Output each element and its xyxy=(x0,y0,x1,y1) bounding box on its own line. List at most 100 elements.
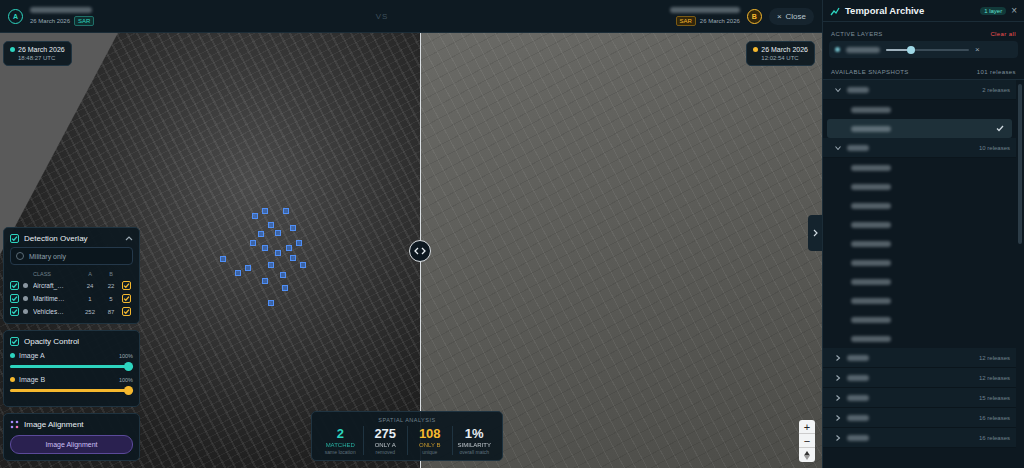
chevron-right-icon[interactable] xyxy=(813,229,818,237)
close-label[interactable]: Close xyxy=(786,12,806,21)
release-count: 16 releases xyxy=(979,435,1010,441)
chevron-icon[interactable] xyxy=(125,236,133,241)
detection-box[interactable] xyxy=(282,285,288,291)
chevron-icon[interactable] xyxy=(835,415,841,421)
detection-box[interactable] xyxy=(268,262,274,268)
class-b-checkbox[interactable] xyxy=(122,281,131,290)
detection-box[interactable] xyxy=(290,225,296,231)
compass-button[interactable] xyxy=(799,448,815,462)
map-view[interactable]: 26 March 202618:48:27 UTC26 March 202612… xyxy=(0,33,822,468)
snapshot-item[interactable] xyxy=(827,234,1012,253)
class-b-checkbox[interactable] xyxy=(122,294,131,303)
detection-box[interactable] xyxy=(290,255,296,261)
close-icon[interactable]: × xyxy=(777,12,782,21)
detection-box[interactable] xyxy=(235,270,241,276)
chevron-icon[interactable] xyxy=(835,375,841,381)
swipe-arrows-icon[interactable] xyxy=(414,247,426,255)
detection-box[interactable] xyxy=(296,240,302,246)
year-group[interactable]: 16 releases xyxy=(823,428,1016,448)
scrollbar[interactable] xyxy=(1018,84,1022,244)
detection-box[interactable] xyxy=(268,222,274,228)
clear-all-button[interactable]: Clear all xyxy=(990,31,1016,37)
snapshot-item[interactable] xyxy=(827,119,1012,138)
alignment-panel: Image Alignment Image Alignment xyxy=(3,413,140,461)
chevron-icon[interactable] xyxy=(835,87,841,93)
chevron-icon[interactable] xyxy=(835,145,841,151)
snapshot-item[interactable] xyxy=(827,196,1012,215)
class-checkbox[interactable] xyxy=(10,281,19,290)
detection-box[interactable] xyxy=(262,245,268,251)
panel-toggle[interactable] xyxy=(808,215,822,251)
snapshot-item[interactable] xyxy=(827,215,1012,234)
detection-header: Detection Overlay xyxy=(4,228,139,247)
detection-box[interactable] xyxy=(286,245,292,251)
detection-box[interactable] xyxy=(220,256,226,262)
opacity-slider[interactable] xyxy=(10,389,133,392)
snapshot-item[interactable] xyxy=(827,158,1012,177)
snapshot-item[interactable] xyxy=(827,272,1012,291)
close-button[interactable]: × Close xyxy=(769,8,814,25)
detection-box[interactable] xyxy=(252,213,258,219)
detection-box[interactable] xyxy=(275,230,281,236)
detection-toggle[interactable] xyxy=(10,234,19,243)
timestamp-card: 26 March 202612:02:54 UTC xyxy=(746,41,815,66)
detection-box[interactable] xyxy=(275,250,281,256)
detection-box[interactable] xyxy=(268,300,274,306)
opacity-slider[interactable] xyxy=(10,365,133,368)
detection-box[interactable] xyxy=(262,278,268,284)
timestamp-time: 12:02:54 UTC xyxy=(753,55,808,61)
year-group[interactable]: 12 releases xyxy=(823,368,1016,388)
compass-icon[interactable] xyxy=(804,448,810,462)
main-area: A26 March 2026SARVSSAR26 March 2026B×Clo… xyxy=(0,0,822,468)
layer-opacity-slider[interactable] xyxy=(886,49,969,51)
year-group[interactable]: 2 releases xyxy=(823,80,1016,100)
image-dot xyxy=(10,377,15,382)
image-a-meta: 26 March 2026SAR xyxy=(30,16,94,26)
zoom-in-button[interactable]: + xyxy=(799,420,815,434)
snapshot-item[interactable] xyxy=(827,253,1012,272)
alignment-header: Image Alignment xyxy=(4,414,139,433)
stat-value: 108 xyxy=(419,426,441,441)
column-header: CLASS xyxy=(33,269,78,279)
opacity-header: Opacity Control xyxy=(4,331,139,350)
snapshot-item[interactable] xyxy=(827,310,1012,329)
detection-box[interactable] xyxy=(280,272,286,278)
release-total: 101 releases xyxy=(977,69,1016,75)
zoom-out-button[interactable]: − xyxy=(799,434,815,448)
archive-close-button[interactable]: × xyxy=(1011,5,1017,16)
class-label: Vehicles… xyxy=(33,306,78,317)
redacted-text xyxy=(847,145,869,151)
year-group[interactable]: 16 releases xyxy=(823,408,1016,428)
chevron-icon[interactable] xyxy=(835,395,841,401)
slider-thumb[interactable] xyxy=(124,362,133,371)
detection-box[interactable] xyxy=(300,262,306,268)
year-group[interactable]: 12 releases xyxy=(823,348,1016,368)
class-checkbox[interactable] xyxy=(10,294,19,303)
year-group[interactable]: 10 releases xyxy=(823,138,1016,158)
slider-thumb[interactable] xyxy=(124,386,133,395)
remove-layer-button[interactable]: × xyxy=(975,45,980,54)
chevron-icon[interactable] xyxy=(835,355,841,361)
swipe-handle[interactable] xyxy=(409,240,431,262)
snapshot-item[interactable] xyxy=(827,100,1012,119)
detection-box[interactable] xyxy=(245,265,251,271)
slider-thumb[interactable] xyxy=(907,46,915,54)
image-alignment-button[interactable]: Image Alignment xyxy=(10,435,133,454)
snapshot-item[interactable] xyxy=(827,329,1012,348)
class-b-checkbox[interactable] xyxy=(122,307,131,316)
count-a: 252 xyxy=(80,307,100,317)
military-only-label[interactable]: Military only xyxy=(29,253,66,260)
opacity-toggle[interactable] xyxy=(10,337,19,346)
chevron-icon[interactable] xyxy=(835,435,841,441)
detection-box[interactable] xyxy=(283,208,289,214)
class-checkbox[interactable] xyxy=(10,307,19,316)
active-layer: × xyxy=(829,41,1018,58)
detection-box[interactable] xyxy=(262,208,268,214)
snapshot-item[interactable] xyxy=(827,177,1012,196)
military-only-radio[interactable] xyxy=(16,252,24,260)
detection-box[interactable] xyxy=(250,240,256,246)
snapshot-item[interactable] xyxy=(827,291,1012,310)
detection-box[interactable] xyxy=(258,231,264,237)
year-group[interactable]: 15 releases xyxy=(823,388,1016,408)
military-only-toggle[interactable]: Military only xyxy=(10,247,133,265)
